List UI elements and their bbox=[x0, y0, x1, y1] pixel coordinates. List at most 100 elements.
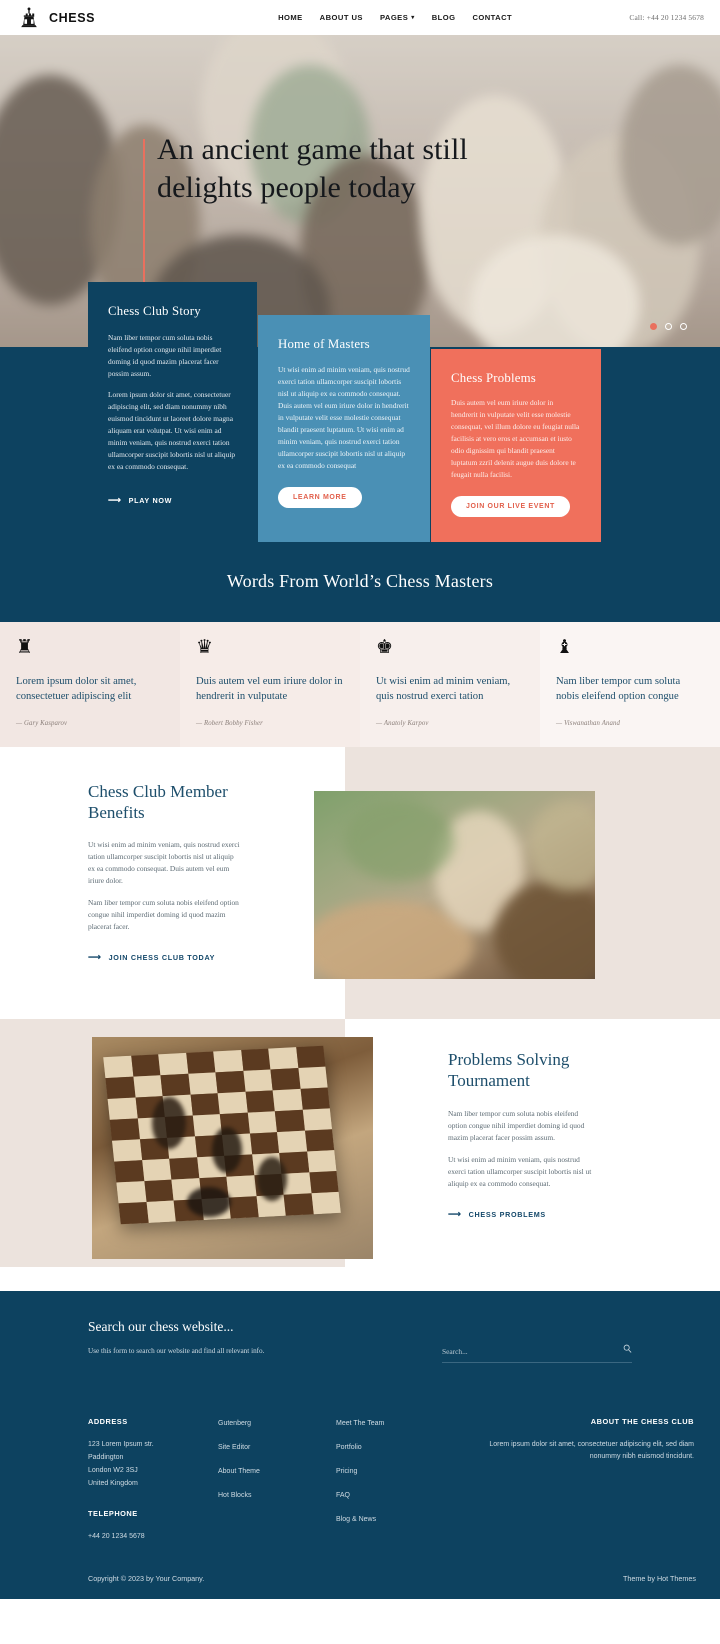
page-root: CHESS HOME ABOUT US PAGES ▾ BLOG CONTACT… bbox=[0, 0, 720, 1599]
footer-link-meet-the-team[interactable]: Meet The Team bbox=[336, 1420, 486, 1427]
card-paragraph: Lorem ipsum dolor sit amet, consectetuer… bbox=[108, 389, 236, 471]
card-chess-problems: Chess Problems Duis autem vel eum iriure… bbox=[431, 349, 601, 542]
quote-card: ♚ Ut wisi enim ad minim veniam, quis nos… bbox=[360, 622, 540, 748]
hero-dot-2[interactable] bbox=[665, 323, 672, 330]
footer-link-site-editor[interactable]: Site Editor bbox=[218, 1444, 336, 1451]
quote-author: — Gary Kasparov bbox=[16, 720, 68, 728]
quote-text: Nam liber tempor cum soluta nobis eleife… bbox=[556, 676, 681, 703]
search-form bbox=[442, 1319, 632, 1364]
footer-about-column: ABOUT THE CHESS CLUB Lorem ipsum dolor s… bbox=[486, 1417, 696, 1544]
tournament-paragraph: Nam liber tempor cum soluta nobis eleife… bbox=[448, 1109, 585, 1143]
nav-label: ABOUT US bbox=[319, 13, 363, 22]
search-icon[interactable] bbox=[623, 1340, 632, 1358]
link-label: PLAY NOW bbox=[128, 495, 173, 505]
quote-author: — Anatoly Karpov bbox=[376, 720, 429, 728]
quote-text: Ut wisi enim ad minim veniam, quis nostr… bbox=[376, 676, 511, 703]
tournament-photo bbox=[92, 1037, 373, 1260]
search-section: Search our chess website... Use this for… bbox=[0, 1291, 720, 1396]
footer-link-about-theme[interactable]: About Theme bbox=[218, 1468, 336, 1475]
footer-telephone[interactable]: +44 20 1234 5678 bbox=[88, 1531, 218, 1544]
tournament-section: Problems Solving Tournament Nam liber te… bbox=[0, 1019, 720, 1292]
nav-label: BLOG bbox=[431, 13, 456, 22]
nav-label: PAGES bbox=[379, 13, 409, 22]
quote-author: — Robert Bobby Fisher bbox=[196, 720, 263, 728]
card-title: Chess Problems bbox=[451, 371, 536, 385]
search-text-block: Search our chess website... Use this for… bbox=[88, 1319, 264, 1355]
nav-item-home[interactable]: HOME bbox=[278, 13, 303, 22]
quote-text: Duis autem vel eum iriure dolor in hendr… bbox=[196, 676, 343, 703]
footer-links-column-2: Gutenberg Site Editor About Theme Hot Bl… bbox=[218, 1417, 336, 1544]
chevron-down-icon: ▾ bbox=[411, 14, 415, 21]
tournament-content: Problems Solving Tournament Nam liber te… bbox=[448, 1049, 638, 1222]
card-paragraph: Ut wisi enim ad minim veniam, quis nostr… bbox=[278, 365, 410, 470]
footer-about-title: ABOUT THE CHESS CLUB bbox=[590, 1417, 694, 1427]
play-now-link[interactable]: ⟶ PLAY NOW bbox=[108, 494, 173, 505]
benefits-paragraph: Ut wisi enim ad minim veniam, quis nostr… bbox=[88, 840, 240, 886]
join-live-event-button[interactable]: JOIN OUR LIVE EVENT bbox=[451, 495, 570, 517]
hero-title: An ancient game that still delights peop… bbox=[157, 133, 468, 205]
brand-name: CHESS bbox=[49, 10, 96, 25]
main-nav: HOME ABOUT US PAGES ▾ BLOG CONTACT bbox=[278, 13, 512, 22]
footer-link-gutenberg[interactable]: Gutenberg bbox=[218, 1420, 336, 1427]
card-title: Chess Club Story bbox=[108, 304, 201, 318]
footer-address-column: ADDRESS 123 Lorem Ipsum str. Paddington … bbox=[88, 1417, 218, 1544]
arrow-right-icon: ⟶ bbox=[448, 1209, 462, 1220]
nav-item-about-us[interactable]: ABOUT US bbox=[320, 13, 363, 22]
footer-telephone-title: TELEPHONE bbox=[88, 1508, 138, 1518]
footer-address-lines: 123 Lorem Ipsum str. Paddington London W… bbox=[88, 1441, 154, 1487]
masters-heading: Words From World’s Chess Masters bbox=[226, 571, 494, 591]
search-input[interactable] bbox=[442, 1343, 632, 1364]
hero-dot-3[interactable] bbox=[680, 323, 687, 330]
chess-king-icon: ♚ bbox=[376, 637, 394, 658]
search-subtitle: Use this form to search our website and … bbox=[88, 1347, 265, 1356]
footer-address-title: ADDRESS bbox=[88, 1417, 128, 1427]
chess-queen-icon: ♛ bbox=[196, 637, 214, 658]
benefits-paragraph: Nam liber tempor cum soluta nobis eleife… bbox=[88, 898, 239, 932]
hero-slider-dots bbox=[650, 323, 687, 330]
footer-link-hot-blocks[interactable]: Hot Blocks bbox=[218, 1492, 336, 1499]
site-footer: ADDRESS 123 Lorem Ipsum str. Paddington … bbox=[0, 1395, 720, 1544]
hero-content: An ancient game that still delights peop… bbox=[0, 35, 720, 207]
nav-item-pages[interactable]: PAGES ▾ bbox=[380, 13, 415, 22]
site-header: CHESS HOME ABOUT US PAGES ▾ BLOG CONTACT… bbox=[0, 0, 720, 35]
member-benefits-section: Chess Club Member Benefits Ut wisi enim … bbox=[0, 747, 720, 1020]
quote-card: ♜ Lorem ipsum dolor sit amet, consectetu… bbox=[0, 622, 180, 748]
footer-link-portfolio[interactable]: Portfolio bbox=[336, 1444, 486, 1451]
quote-card: ♝ Nam liber tempor cum soluta nobis elei… bbox=[540, 622, 720, 748]
footer-link-pricing[interactable]: Pricing bbox=[336, 1468, 486, 1475]
quote-card: ♛ Duis autem vel eum iriure dolor in hen… bbox=[180, 622, 360, 748]
benefits-content: Chess Club Member Benefits Ut wisi enim … bbox=[0, 747, 250, 965]
benefits-title: Chess Club Member Benefits bbox=[88, 782, 228, 823]
link-label: CHESS PROBLEMS bbox=[468, 1210, 546, 1220]
chess-problems-link[interactable]: ⟶ CHESS PROBLEMS bbox=[448, 1209, 546, 1220]
card-title: Home of Masters bbox=[278, 337, 370, 351]
benefits-photo bbox=[314, 791, 595, 980]
learn-more-button[interactable]: LEARN MORE bbox=[278, 486, 362, 508]
footer-about-text: Lorem ipsum dolor sit amet, consectetuer… bbox=[489, 1441, 694, 1461]
arrow-right-icon: ⟶ bbox=[108, 494, 122, 505]
chess-rook-logo-icon bbox=[21, 6, 37, 27]
nav-label: CONTACT bbox=[472, 13, 513, 22]
footer-copyright: Copyright © 2023 by Your Company. bbox=[88, 1573, 205, 1583]
tournament-title: Problems Solving Tournament bbox=[448, 1050, 570, 1091]
header-phone[interactable]: Call: +44 20 1234 5678 bbox=[629, 13, 704, 22]
chess-bishop-icon: ♝ bbox=[556, 637, 574, 658]
masters-quotes: ♜ Lorem ipsum dolor sit amet, consectetu… bbox=[0, 622, 720, 748]
chess-rook-icon: ♜ bbox=[16, 637, 34, 658]
footer-link-faq[interactable]: FAQ bbox=[336, 1492, 486, 1499]
join-chess-club-link[interactable]: ⟶ JOIN CHESS CLUB TODAY bbox=[88, 953, 215, 963]
card-chess-club-story: Chess Club Story Nam liber tempor cum so… bbox=[88, 282, 257, 542]
nav-item-blog[interactable]: BLOG bbox=[432, 13, 456, 22]
search-title: Search our chess website... bbox=[88, 1319, 234, 1335]
card-paragraph: Duis autem vel eum iriure dolor in hendr… bbox=[451, 398, 580, 479]
brand[interactable]: CHESS bbox=[16, 5, 95, 31]
nav-label: HOME bbox=[278, 13, 303, 22]
quote-author: — Viswanathan Anand bbox=[556, 720, 620, 728]
card-paragraph: Nam liber tempor cum soluta nobis eleife… bbox=[108, 333, 222, 378]
nav-item-contact[interactable]: CONTACT bbox=[472, 13, 512, 22]
footer-theme-credit[interactable]: Theme by Hot Themes bbox=[623, 1574, 696, 1583]
hero-dot-1[interactable] bbox=[650, 323, 657, 330]
card-home-of-masters: Home of Masters Ut wisi enim ad minim ve… bbox=[258, 315, 430, 542]
footer-bottom-bar: Copyright © 2023 by Your Company. Theme … bbox=[0, 1543, 720, 1599]
footer-link-blog-and-news[interactable]: Blog & News bbox=[336, 1516, 486, 1523]
